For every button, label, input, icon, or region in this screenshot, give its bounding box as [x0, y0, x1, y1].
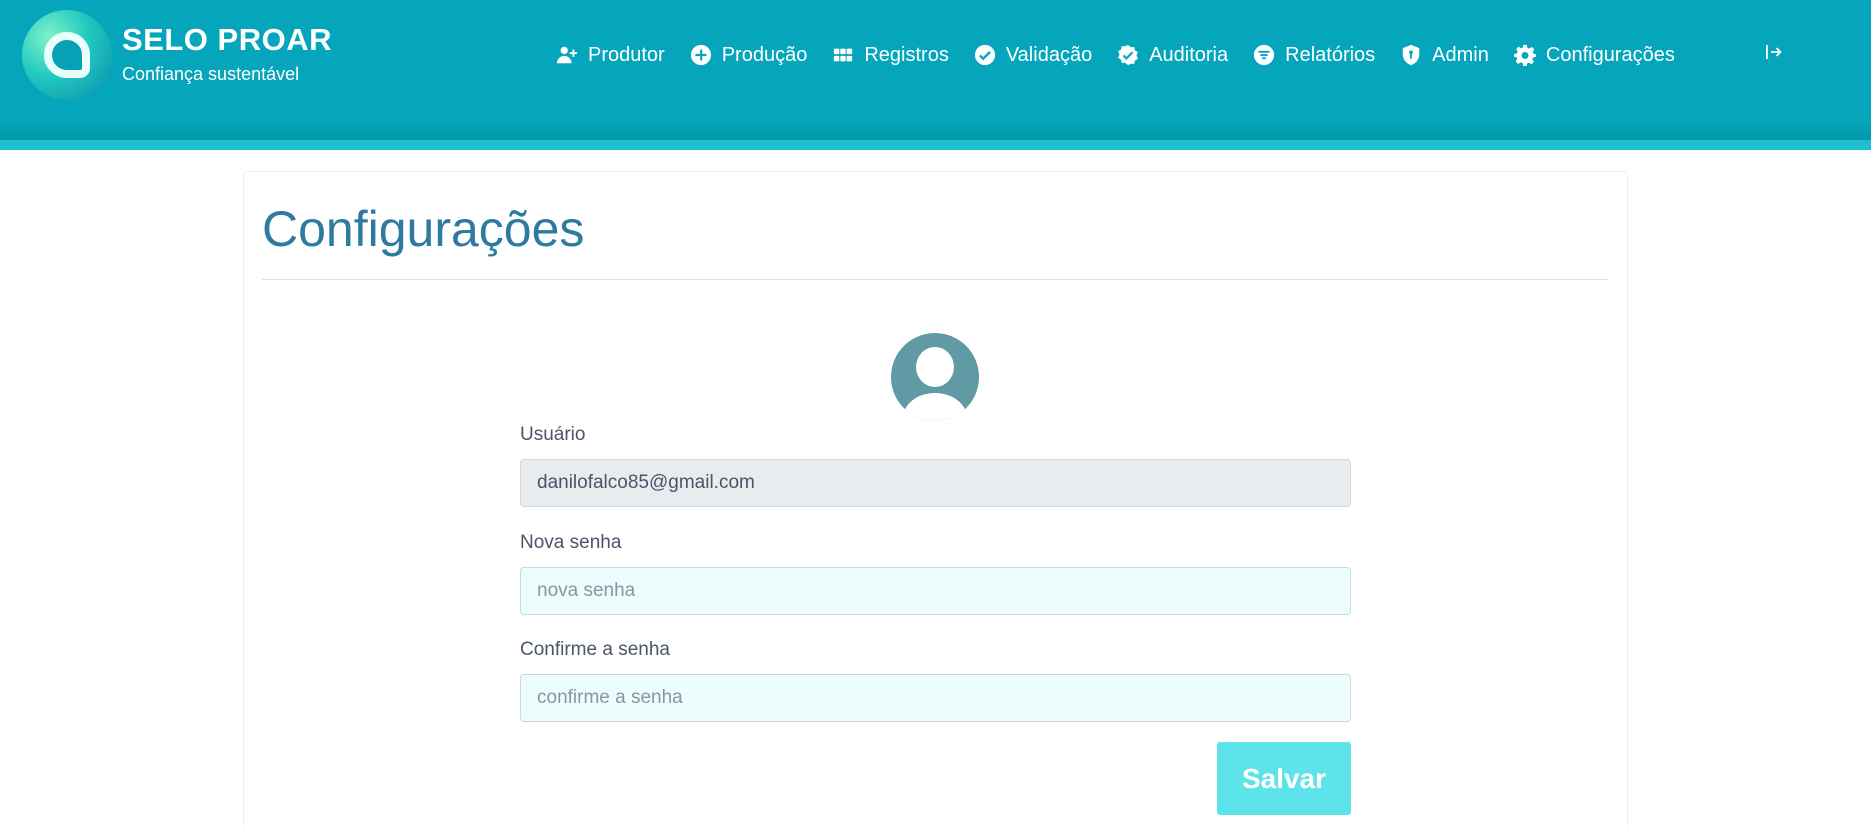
confirm-password-input[interactable] — [520, 674, 1351, 722]
main-nav: Produtor Produção Registros Validação Au… — [556, 38, 1700, 72]
nav-item-relatorios[interactable]: Relatórios — [1253, 44, 1375, 67]
brand-subtitle: Confiança sustentável — [122, 64, 300, 84]
nav-item-configuracoes[interactable]: Configurações — [1513, 43, 1675, 67]
nav-item-auditoria[interactable]: Auditoria — [1117, 44, 1228, 67]
grid-icon — [834, 48, 853, 62]
plus-circle-icon — [690, 44, 711, 66]
user-label: Usuário — [520, 424, 586, 445]
nav-label: Validação — [1005, 43, 1093, 66]
badge-check-icon — [1118, 44, 1139, 66]
nav-item-producao[interactable]: Produção — [690, 43, 808, 67]
nav-label: Registros — [864, 43, 949, 66]
check-circle-icon — [974, 44, 995, 66]
avatar-head — [916, 347, 954, 387]
nav-label: Admin — [1432, 43, 1489, 66]
nav-item-produtor[interactable]: Produtor — [556, 44, 665, 67]
logo-mark — [44, 32, 90, 78]
nav-label: Configurações — [1545, 43, 1675, 66]
new-password-label: Nova senha — [520, 532, 622, 553]
brand-logo-icon[interactable] — [22, 10, 112, 100]
page-title: Configurações — [262, 201, 585, 257]
nav-label: Produtor — [588, 43, 665, 66]
navbar-stripe — [0, 140, 1871, 150]
user-email-field[interactable] — [520, 459, 1351, 507]
confirm-password-label: Confirme a senha — [520, 639, 670, 660]
avatar-body — [903, 393, 967, 421]
user-plus-icon — [556, 46, 578, 64]
navbar-shade — [0, 118, 1871, 140]
gear-icon — [1513, 44, 1536, 66]
new-password-input[interactable] — [520, 567, 1351, 615]
save-button[interactable]: Salvar — [1217, 742, 1351, 815]
nav-item-validacao[interactable]: Validação — [974, 44, 1092, 67]
brand-title: SELO PROAR — [122, 22, 332, 57]
nav-label: Produção — [721, 43, 808, 66]
shield-icon — [1402, 44, 1420, 66]
title-divider — [262, 279, 1609, 280]
avatar — [891, 333, 979, 421]
filter-circle-icon — [1254, 44, 1275, 66]
nav-item-admin[interactable]: Admin — [1400, 44, 1489, 67]
nav-label: Auditoria — [1149, 43, 1229, 66]
nav-label: Relatórios — [1285, 43, 1376, 66]
logout-icon[interactable] — [1764, 42, 1784, 62]
nav-item-registros[interactable]: Registros — [832, 43, 949, 67]
